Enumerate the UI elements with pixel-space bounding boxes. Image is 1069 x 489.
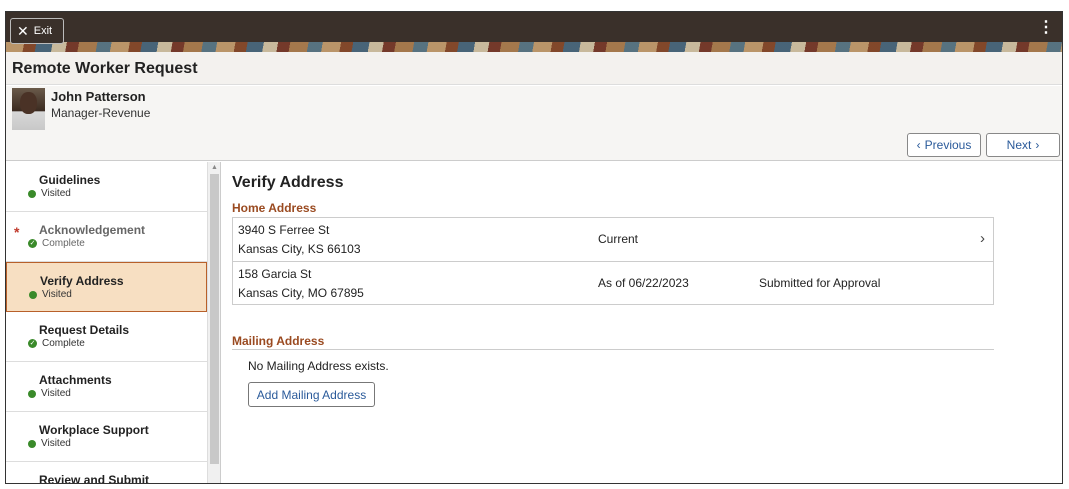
employee-title: Manager-Revenue bbox=[51, 106, 151, 120]
step-guidelines[interactable]: Guidelines Visited bbox=[6, 162, 207, 212]
step-label: Verify Address bbox=[40, 274, 124, 288]
step-status: Visited bbox=[28, 188, 71, 199]
step-label: Request Details bbox=[39, 323, 130, 337]
title-bar: Remote Worker Request bbox=[6, 52, 1062, 85]
next-label: Next bbox=[1006, 138, 1032, 152]
address-line1: 158 Garcia St bbox=[238, 267, 312, 281]
home-address-title: Home Address bbox=[232, 201, 317, 215]
mailing-address-title: Mailing Address bbox=[232, 334, 325, 348]
scroll-thumb[interactable] bbox=[210, 174, 219, 464]
step-workplace-support[interactable]: Workplace Support Visited bbox=[6, 412, 207, 462]
exit-button[interactable]: ✕ Exit bbox=[10, 18, 64, 44]
complete-check-icon: ✓ bbox=[28, 339, 37, 348]
step-acknowledgement[interactable]: * Acknowledgement ✓ Complete bbox=[6, 212, 207, 262]
banner-pattern bbox=[6, 42, 1062, 52]
page-title: Remote Worker Request bbox=[12, 60, 198, 77]
app-frame: ✕ Exit ⋮ Remote Worker Request John Patt… bbox=[5, 11, 1063, 484]
step-label: Acknowledgement bbox=[39, 223, 146, 237]
employee-header: John Patterson Manager-Revenue ‹ Previou… bbox=[6, 86, 1062, 161]
previous-label: Previous bbox=[924, 138, 972, 152]
employee-name: John Patterson bbox=[51, 89, 146, 104]
visited-dot-icon bbox=[28, 389, 36, 398]
visited-dot-icon bbox=[28, 439, 36, 448]
address-status: Submitted for Approval bbox=[759, 276, 881, 290]
required-icon: * bbox=[14, 224, 20, 240]
step-label: Guidelines bbox=[39, 173, 101, 187]
chevron-left-icon: ‹ bbox=[916, 138, 921, 152]
add-mailing-address-button[interactable]: Add Mailing Address bbox=[248, 382, 375, 407]
exit-label: Exit bbox=[33, 25, 53, 37]
previous-button[interactable]: ‹ Previous bbox=[907, 133, 981, 157]
avatar bbox=[12, 88, 45, 130]
step-verify-address[interactable]: Verify Address Visited bbox=[6, 262, 207, 312]
next-button[interactable]: Next › bbox=[986, 133, 1060, 157]
address-effective: Current bbox=[598, 232, 639, 246]
step-status: Visited bbox=[28, 438, 71, 449]
step-status: ✓ Complete bbox=[28, 238, 85, 249]
step-attachments[interactable]: Attachments Visited bbox=[6, 362, 207, 412]
section-page-title: Verify Address bbox=[232, 174, 344, 191]
close-icon: ✕ bbox=[17, 23, 29, 39]
step-status: ✓ Complete bbox=[28, 338, 85, 349]
home-address-list: 3940 S Ferree St Kansas City, KS 66103 C… bbox=[232, 217, 994, 305]
step-review-and-submit[interactable]: Review and Submit bbox=[6, 462, 207, 484]
chevron-right-icon: › bbox=[1035, 138, 1040, 152]
no-mailing-text: No Mailing Address exists. bbox=[248, 359, 389, 373]
visited-dot-icon bbox=[28, 189, 36, 198]
address-row: 158 Garcia St Kansas City, MO 67895 As o… bbox=[233, 262, 993, 306]
nav-scrollbar[interactable]: ▲ bbox=[207, 162, 220, 483]
step-label: Review and Submit bbox=[39, 473, 150, 484]
address-line2: Kansas City, MO 67895 bbox=[238, 286, 364, 300]
step-label: Attachments bbox=[39, 373, 112, 387]
address-effective: As of 06/22/2023 bbox=[598, 276, 689, 290]
complete-check-icon: ✓ bbox=[28, 239, 37, 248]
visited-dot-icon bbox=[29, 290, 37, 299]
chevron-right-icon[interactable]: › bbox=[980, 230, 985, 247]
address-line1: 3940 S Ferree St bbox=[238, 223, 330, 237]
step-navigation: Guidelines Visited * Acknowledgement ✓ C… bbox=[6, 162, 207, 484]
top-banner: ✕ Exit ⋮ bbox=[6, 12, 1062, 52]
main-content: Verify Address Home Address 3940 S Ferre… bbox=[221, 162, 1062, 483]
divider bbox=[232, 349, 994, 350]
kebab-icon[interactable]: ⋮ bbox=[1038, 20, 1054, 36]
step-status: Visited bbox=[28, 388, 71, 399]
step-status: Visited bbox=[29, 289, 72, 300]
address-line2: Kansas City, KS 66103 bbox=[238, 242, 361, 256]
scroll-up-icon[interactable]: ▲ bbox=[211, 164, 218, 171]
address-row[interactable]: 3940 S Ferree St Kansas City, KS 66103 C… bbox=[233, 218, 993, 262]
step-request-details[interactable]: Request Details ✓ Complete bbox=[6, 312, 207, 362]
step-label: Workplace Support bbox=[39, 423, 149, 437]
